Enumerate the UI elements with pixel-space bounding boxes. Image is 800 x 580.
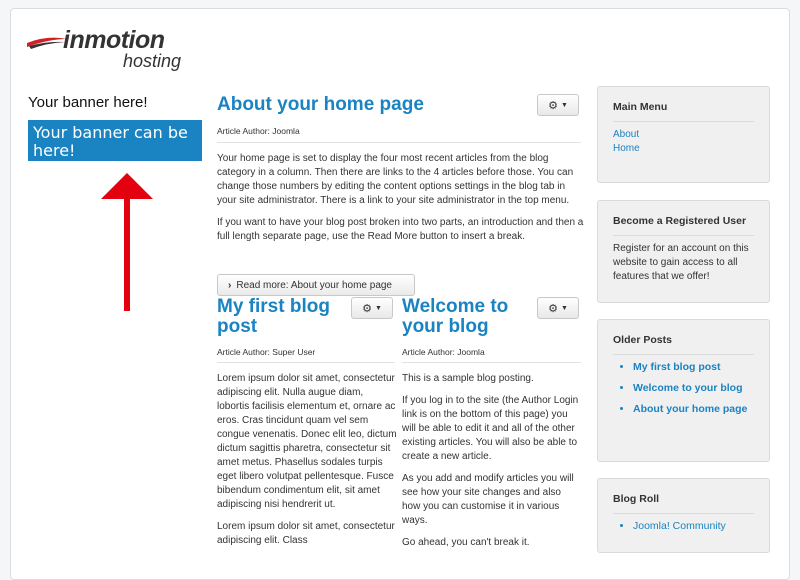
panel-divider (613, 354, 754, 355)
red-arrow-icon (101, 173, 153, 311)
caret-down-icon: ▼ (560, 101, 568, 109)
older-posts-panel: Older Posts My first blog post Welcome t… (597, 319, 770, 462)
article-title-line: your blog (402, 316, 489, 337)
blog-roll-title: Blog Roll (613, 493, 660, 505)
logo-word-hosting: hosting (123, 51, 182, 71)
article-title-line: Welcome to (402, 296, 509, 317)
banner-box[interactable]: Your banner can be here! (28, 120, 202, 161)
article-body-first-post: Lorem ipsum dolor sit amet, consectetur … (217, 372, 397, 556)
older-posts-title: Older Posts (613, 334, 672, 346)
caret-down-icon: ▼ (374, 304, 382, 312)
article-paragraph: Your home page is set to display the fou… (217, 153, 574, 206)
older-post-link[interactable]: My first blog post (633, 361, 754, 374)
article-author-home: Article Author: Joomla (217, 126, 300, 136)
logo-swoosh (27, 37, 67, 49)
blog-roll-panel: Blog Roll Joomla! Community (597, 478, 770, 553)
article-divider (402, 362, 581, 363)
banner-heading: Your banner here! (28, 94, 148, 111)
panel-divider (613, 513, 754, 514)
article-paragraph: Lorem ipsum dolor sit amet, consectetur … (217, 373, 397, 510)
gear-icon: ⚙ (548, 99, 558, 112)
read-more-button[interactable]: › Read more: About your home page (217, 274, 415, 296)
article-paragraph: Go ahead, you can't break it. (402, 537, 530, 548)
panel-divider (613, 121, 754, 122)
caret-down-icon: ▼ (560, 304, 568, 312)
article-author-welcome: Article Author: Joomla (402, 347, 485, 357)
article-paragraph: As you add and modify articles you will … (402, 473, 574, 526)
gear-icon: ⚙ (548, 302, 558, 315)
article-tools-button-home[interactable]: ⚙ ▼ (537, 94, 579, 116)
main-menu-title: Main Menu (613, 101, 668, 113)
article-title-welcome[interactable]: Welcome to your blog (402, 297, 508, 337)
article-body-welcome: This is a sample blog posting. If you lo… (402, 372, 582, 558)
inmotion-logo[interactable]: inmotion hosting (27, 25, 195, 75)
register-text: Register for an account on this website … (613, 243, 749, 282)
article-paragraph: If you log in to the site (the Author Lo… (402, 395, 579, 462)
article-body-home: Your home page is set to display the fou… (217, 152, 585, 252)
chevron-right-icon: › (228, 279, 232, 291)
page-container: inmotion hosting Your banner here! Your … (10, 8, 790, 580)
article-paragraph: Lorem ipsum dolor sit amet, consectetur … (217, 521, 395, 546)
register-panel: Become a Registered User Register for an… (597, 200, 770, 303)
article-tools-button-first-post[interactable]: ⚙ ▼ (351, 297, 393, 319)
menu-link-home[interactable]: Home (613, 142, 754, 156)
article-tools-button-welcome[interactable]: ⚙ ▼ (537, 297, 579, 319)
article-paragraph: If you want to have your blog post broke… (217, 217, 584, 242)
menu-link-about[interactable]: About (613, 128, 754, 142)
article-title-line: My first blog (217, 296, 330, 317)
register-title: Become a Registered User (613, 215, 747, 227)
main-menu-panel: Main Menu About Home (597, 86, 770, 183)
article-divider (217, 142, 581, 143)
blog-roll-link[interactable]: Joomla! Community (633, 520, 754, 533)
read-more-label: Read more: About your home page (236, 279, 392, 291)
article-title-first-post[interactable]: My first blog post (217, 297, 330, 337)
older-posts-list: My first blog post Welcome to your blog … (613, 361, 754, 416)
article-divider (217, 362, 395, 363)
blog-roll-list: Joomla! Community (613, 520, 754, 533)
article-author-first-post: Article Author: Super User (217, 347, 316, 357)
older-post-link[interactable]: About your home page (633, 403, 754, 416)
older-post-link[interactable]: Welcome to your blog (633, 382, 754, 395)
panel-divider (613, 235, 754, 236)
article-title-line: post (217, 316, 258, 337)
gear-icon: ⚙ (362, 302, 372, 315)
article-title-home[interactable]: About your home page (217, 95, 424, 115)
article-paragraph: This is a sample blog posting. (402, 373, 534, 384)
